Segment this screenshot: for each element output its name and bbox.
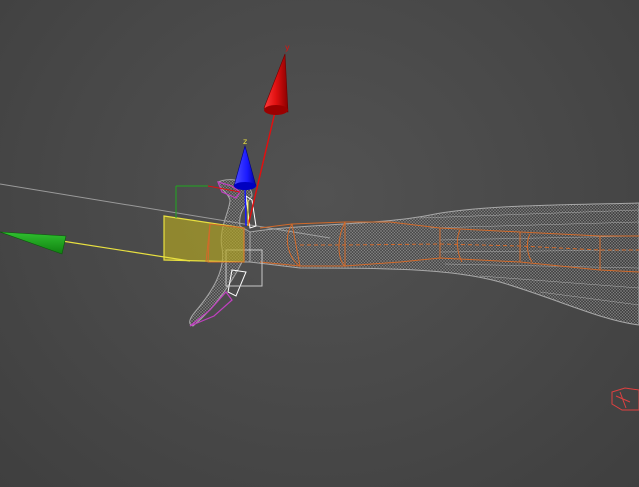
gizmo-x-axis-cone[interactable] xyxy=(0,231,67,255)
move-gizmo[interactable]: y z xyxy=(0,43,290,263)
gizmo-z-axis-line[interactable] xyxy=(244,184,247,227)
viewport-canvas[interactable]: y z xyxy=(0,0,639,487)
gizmo-y-label: y xyxy=(285,43,290,52)
mesh-body[interactable] xyxy=(249,202,639,326)
gizmo-z-axis-cone[interactable] xyxy=(233,144,257,187)
wireframe-mesh[interactable] xyxy=(189,179,639,327)
bone-right[interactable] xyxy=(611,387,639,411)
gizmo-y-axis-cone[interactable] xyxy=(263,53,289,113)
gizmo-z-label: z xyxy=(243,137,247,146)
gizmo-y-axis-line[interactable] xyxy=(247,111,276,227)
perspective-viewport[interactable]: y z xyxy=(0,0,639,487)
